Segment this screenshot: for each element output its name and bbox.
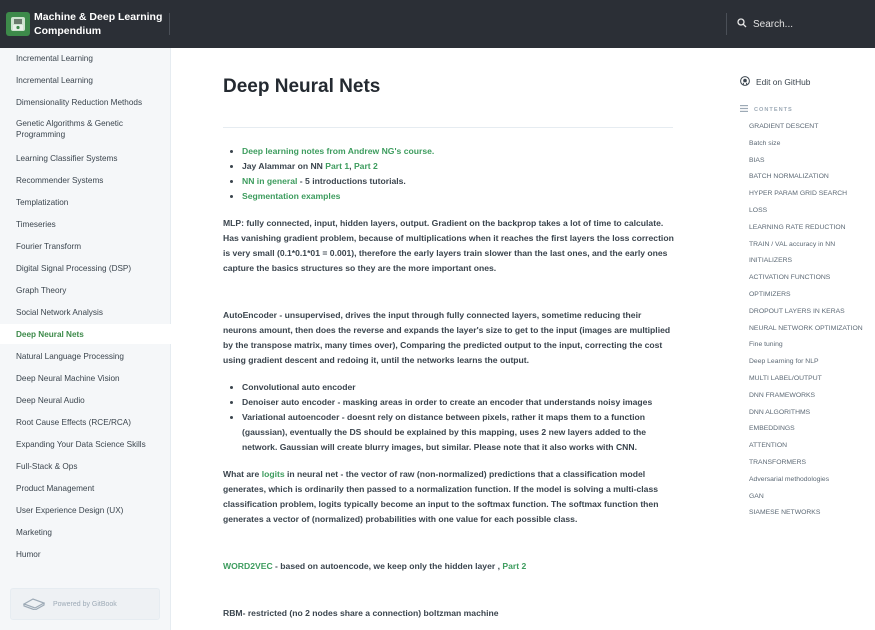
toc-item[interactable]: SIAMESE NETWORKS: [749, 509, 869, 516]
resource-list: Deep learning notes from Andrew NG's cou…: [223, 144, 675, 204]
toc-item[interactable]: ACTIVATION FUNCTIONS: [749, 274, 869, 281]
search-input[interactable]: [753, 18, 873, 30]
toc-item[interactable]: TRAIN / VAL accuracy in NN: [749, 241, 869, 248]
toc-item[interactable]: Adversarial methodologies: [749, 476, 869, 483]
sidebar-item-humor[interactable]: Humor: [0, 544, 171, 564]
toc-item[interactable]: GRADIENT DESCENT: [749, 123, 869, 130]
toc-item[interactable]: Fine tuning: [749, 341, 869, 348]
toc-item[interactable]: EMBEDDINGS: [749, 425, 869, 432]
header-divider: [726, 13, 727, 35]
edit-on-github-link[interactable]: Edit on GitHub: [740, 76, 810, 88]
word2vec-text: - based on autoencode, we keep only the …: [272, 561, 503, 571]
toc-item[interactable]: GAN: [749, 493, 869, 500]
edit-on-github-label: Edit on GitHub: [756, 77, 811, 87]
page-title: Deep Neural Nets: [223, 76, 381, 97]
toc-item[interactable]: Batch size: [749, 140, 869, 147]
sidebar-item-graph-theory[interactable]: Graph Theory: [0, 280, 171, 300]
toc-item[interactable]: Deep Learning for NLP: [749, 358, 869, 365]
toc-item[interactable]: LOSS: [749, 207, 869, 214]
list-item: Convolutional auto encoder: [242, 380, 675, 395]
sidebar-item-social-network[interactable]: Social Network Analysis: [0, 302, 171, 322]
sidebar-nav: Incremental Learning Incremental Learnin…: [0, 48, 171, 630]
sidebar-item-genetic-algorithms[interactable]: Genetic Algorithms & Genetic Programming: [0, 116, 150, 142]
sidebar-item-product-management[interactable]: Product Management: [0, 478, 171, 498]
toc-item[interactable]: HYPER PARAM GRID SEARCH: [749, 190, 869, 197]
sidebar-item-deep-neural-nets[interactable]: Deep Neural Nets: [0, 324, 171, 344]
gitbook-icon: [22, 596, 46, 612]
sidebar-item-dsp[interactable]: Digital Signal Processing (DSP): [0, 258, 171, 278]
top-header: Machine & Deep Learning Compendium: [0, 0, 875, 48]
contents-header: CONTENTS: [740, 105, 793, 114]
toc-item[interactable]: TRANSFORMERS: [749, 459, 869, 466]
nn-in-general-link[interactable]: NN in general: [242, 176, 297, 186]
part2-link[interactable]: Part 2: [354, 161, 378, 171]
sidebar-item-data-science-skills[interactable]: Expanding Your Data Science Skills: [0, 434, 171, 454]
logits-text-post: in neural net - the vector of raw (non-n…: [223, 469, 659, 524]
sidebar-item-audio[interactable]: Deep Neural Audio: [0, 390, 171, 410]
toc-item[interactable]: DROPOUT LAYERS IN KERAS: [749, 308, 869, 315]
list-item: Segmentation examples: [242, 189, 675, 204]
sidebar-item-marketing[interactable]: Marketing: [0, 522, 171, 542]
powered-by-label: Powered by GitBook: [53, 600, 117, 608]
sidebar-item-recommender[interactable]: Recommender Systems: [0, 170, 171, 190]
andrew-ng-link[interactable]: Deep learning notes from Andrew NG's cou…: [242, 146, 434, 156]
logits-text-pre: What are: [223, 469, 262, 479]
word2vec-link[interactable]: WORD2VEC: [223, 561, 273, 571]
logits-link[interactable]: logits: [262, 469, 285, 479]
list-text: - 5 introductions tutorials.: [297, 176, 406, 186]
mlp-paragraph: MLP: fully connected, input, hidden laye…: [223, 218, 674, 273]
app-title[interactable]: Machine & Deep Learning Compendium: [34, 10, 164, 38]
sidebar-item-fourier[interactable]: Fourier Transform: [0, 236, 171, 256]
toc-item[interactable]: INITIALIZERS: [749, 257, 869, 264]
rbm-paragraph: RBM- restricted (no 2 nodes share a conn…: [223, 608, 499, 618]
search-box[interactable]: [737, 17, 873, 31]
title-divider: [223, 127, 673, 128]
article-body: Deep learning notes from Andrew NG's cou…: [223, 144, 675, 621]
github-icon: [740, 76, 750, 88]
sidebar-item-nlp[interactable]: Natural Language Processing: [0, 346, 171, 366]
toc-item[interactable]: BATCH NORMALIZATION: [749, 173, 869, 180]
page-toc-panel: Edit on GitHub CONTENTS GRADIENT DESCENT…: [727, 48, 875, 630]
list-item: Variational autoencoder - doesnt rely on…: [242, 410, 675, 455]
segmentation-link[interactable]: Segmentation examples: [242, 191, 340, 201]
list-text: Jay Alammar on NN: [242, 161, 326, 171]
sidebar-item-root-cause[interactable]: Root Cause Effects (RCE/RCA): [0, 412, 171, 432]
sidebar-item-learning-classifier[interactable]: Learning Classifier Systems: [0, 148, 171, 168]
sidebar-item-dimensionality-reduction[interactable]: Dimensionality Reduction Methods: [0, 92, 171, 112]
list-item: Jay Alammar on NN Part 1, Part 2: [242, 159, 675, 174]
toc-item[interactable]: LEARNING RATE REDUCTION: [749, 224, 869, 231]
sidebar-item-incremental-learning[interactable]: Incremental Learning: [0, 48, 171, 68]
toc-item[interactable]: NEURAL NETWORK OPTIMIZATION: [749, 325, 869, 332]
list-item: NN in general - 5 introductions tutorial…: [242, 174, 675, 189]
toc-item[interactable]: BIAS: [749, 157, 869, 164]
word2vec-part2-link[interactable]: Part 2: [502, 561, 526, 571]
toc-item[interactable]: MULTI LABEL/OUTPUT: [749, 375, 869, 382]
book-logo-icon[interactable]: [6, 12, 30, 36]
sidebar-item-ux[interactable]: User Experience Design (UX): [0, 500, 171, 520]
sidebar-item-machine-vision[interactable]: Deep Neural Machine Vision: [0, 368, 171, 388]
word2vec-paragraph: WORD2VEC - based on autoencode, we keep …: [223, 559, 675, 574]
powered-by-gitbook[interactable]: Powered by GitBook: [10, 588, 160, 620]
autoencoder-paragraph: AutoEncoder - unsupervised, drives the i…: [223, 310, 671, 365]
toc-item[interactable]: DNN FRAMEWORKS: [749, 392, 869, 399]
toc-item[interactable]: DNN ALGORITHMS: [749, 409, 869, 416]
toc-item[interactable]: OPTIMIZERS: [749, 291, 869, 298]
list-icon: [740, 105, 748, 114]
sidebar-item-templatization[interactable]: Templatization: [0, 192, 171, 212]
list-item: Denoiser auto encoder - masking areas in…: [242, 395, 675, 410]
logits-paragraph: What are logits in neural net - the vect…: [223, 467, 675, 527]
header-divider: [169, 13, 170, 35]
toc-item[interactable]: ATTENTION: [749, 442, 869, 449]
sidebar-item-full-stack[interactable]: Full-Stack & Ops: [0, 456, 171, 476]
main-content: Deep Neural Nets Deep learning notes fro…: [171, 48, 726, 630]
list-item: Deep learning notes from Andrew NG's cou…: [242, 144, 675, 159]
part1-link[interactable]: Part 1: [325, 161, 349, 171]
search-icon: [737, 15, 747, 33]
sidebar-item-incremental-learning-2[interactable]: Incremental Learning: [0, 70, 171, 90]
contents-label: CONTENTS: [754, 106, 793, 113]
autoencoder-list: Convolutional auto encoder Denoiser auto…: [223, 380, 675, 455]
sidebar-item-timeseries[interactable]: Timeseries: [0, 214, 171, 234]
